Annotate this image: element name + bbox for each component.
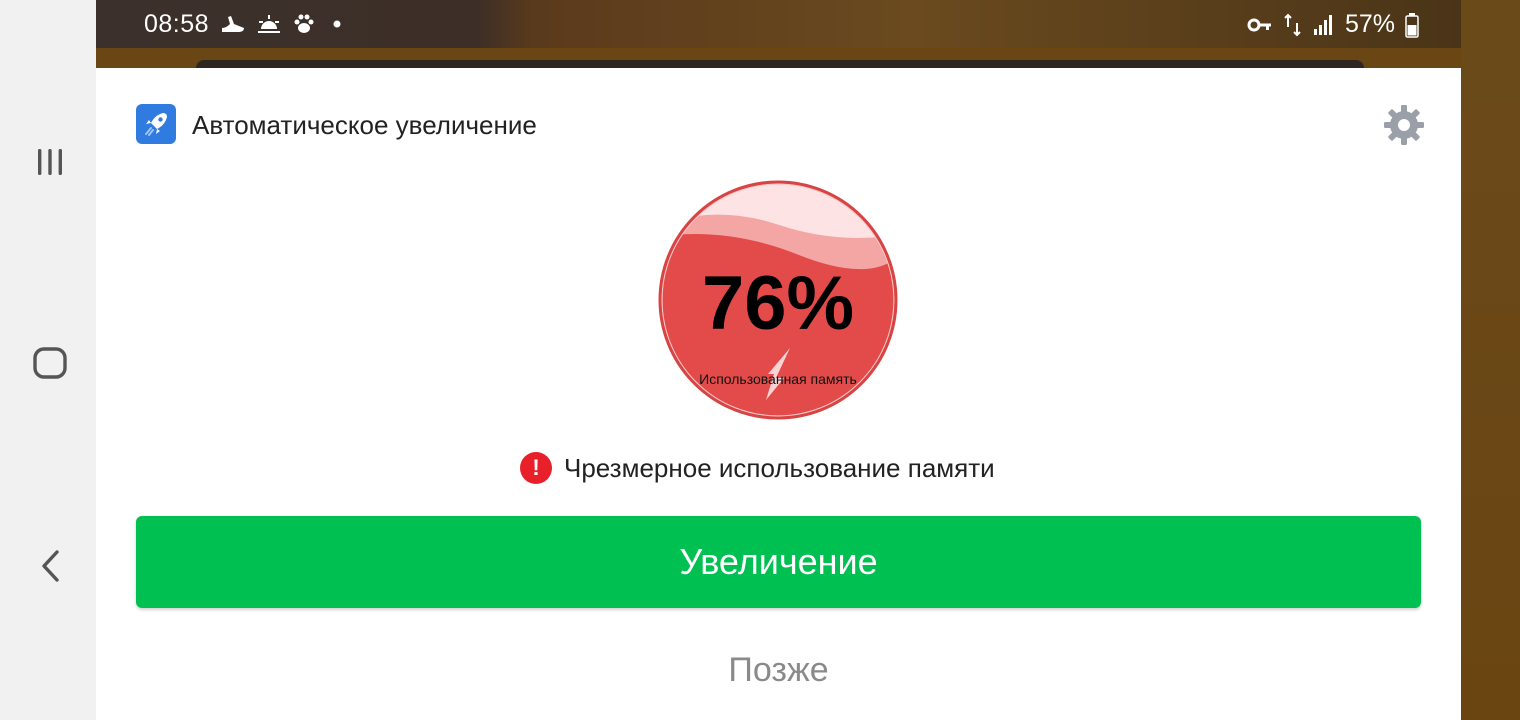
warning-text: Чрезмерное использование памяти xyxy=(564,452,995,483)
exclamation-icon: ! xyxy=(520,452,552,484)
gear-icon xyxy=(1384,105,1424,145)
data-arrows-icon xyxy=(1284,13,1301,36)
back-icon xyxy=(42,550,59,582)
home-button[interactable] xyxy=(24,337,76,389)
memory-percentage: 76% xyxy=(701,261,855,346)
boost-dialog: Автоматическое увеличение 76% Использова… xyxy=(96,68,1461,720)
rocket-icon xyxy=(145,113,167,136)
background-wallpaper xyxy=(1461,0,1520,720)
memory-label: Использованная память xyxy=(699,371,857,387)
signal-icon xyxy=(1313,14,1332,35)
dialog-title: Автоматическое увеличение xyxy=(192,110,537,140)
settings-button[interactable] xyxy=(1383,104,1425,146)
paw-icon xyxy=(294,14,314,33)
navigation-bar xyxy=(0,0,96,720)
status-time: 08:58 xyxy=(144,10,210,38)
battery-percent: 57% xyxy=(1344,10,1395,38)
key-icon xyxy=(1247,18,1271,31)
running-shoe-icon xyxy=(222,16,244,32)
boost-button[interactable]: Увеличение xyxy=(136,516,1421,608)
recents-icon xyxy=(38,149,62,175)
app-icon xyxy=(136,104,176,144)
status-bar: 08:58 57% xyxy=(96,0,1461,48)
back-button[interactable] xyxy=(24,540,76,592)
battery-icon xyxy=(1405,12,1419,38)
memory-gauge: 76% Использованная память xyxy=(658,180,898,420)
home-icon xyxy=(33,347,67,379)
dot-icon xyxy=(333,20,341,28)
sunrise-icon xyxy=(258,15,280,33)
memory-warning: ! Чрезмерное использование памяти xyxy=(520,452,995,484)
later-button[interactable]: Позже xyxy=(136,640,1421,700)
recents-button[interactable] xyxy=(24,136,76,188)
